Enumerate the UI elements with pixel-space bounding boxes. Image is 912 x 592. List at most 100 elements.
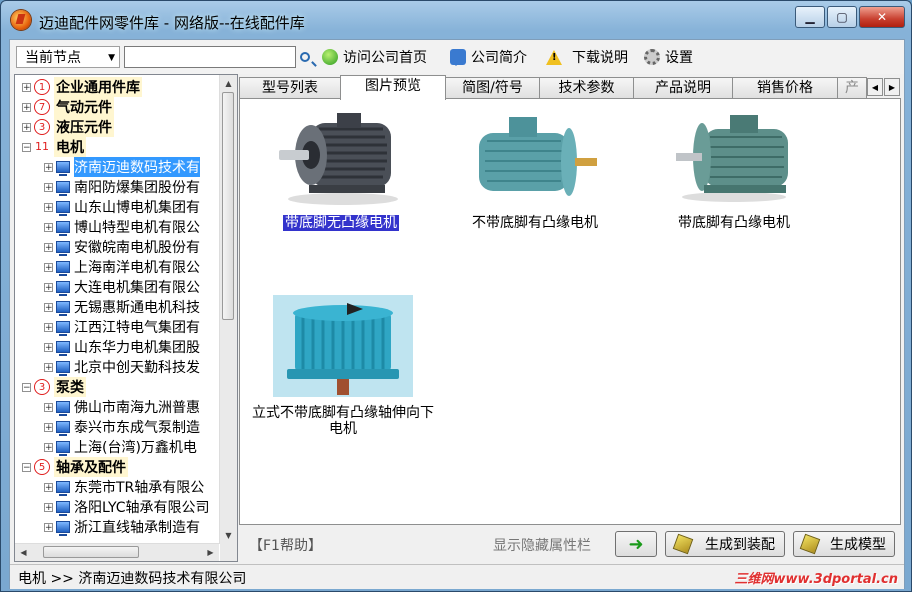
- expand-icon[interactable]: +: [22, 102, 31, 112]
- tree-item[interactable]: + 北京中创天勤科技发: [15, 357, 215, 377]
- action-bar: 【F1帮助】 显示隐藏属性栏 ➜ 生成到装配 生成模型: [239, 525, 901, 561]
- generate-model-button[interactable]: 生成模型: [793, 531, 895, 557]
- tab-sales-price[interactable]: 销售价格: [732, 77, 838, 98]
- collapse-icon[interactable]: −: [22, 142, 31, 152]
- expand-icon[interactable]: +: [44, 162, 53, 172]
- expand-icon[interactable]: +: [44, 302, 53, 312]
- tab-scroll-left-icon[interactable]: ◀: [867, 78, 883, 96]
- toggle-attributes-link[interactable]: 显示隐藏属性栏: [493, 535, 591, 555]
- expand-icon[interactable]: +: [44, 362, 53, 372]
- scroll-right-icon[interactable]: ▶: [202, 544, 219, 561]
- preview-item[interactable]: 带底脚有凸缘电机: [654, 107, 814, 231]
- tree-category[interactable]: +3 液压元件: [15, 117, 215, 137]
- title-bar[interactable]: 迈迪配件网零件库 - 网络版--在线配件库 ▁ ▢ ✕: [1, 1, 911, 39]
- expand-icon[interactable]: +: [44, 422, 53, 432]
- tree-item[interactable]: + 泰兴市东成气泵制造: [15, 417, 215, 437]
- tree-item-label: 博山特型电机有限公: [74, 220, 200, 236]
- arrow-right-icon: ➜: [628, 533, 644, 555]
- node-select[interactable]: 当前节点 ▼: [16, 46, 120, 68]
- generate-to-assembly-button[interactable]: 生成到装配: [665, 531, 785, 557]
- preview-item[interactable]: 带底脚无凸缘电机: [266, 107, 416, 231]
- image-preview-panel: 带底脚无凸缘电机 不带底脚有凸缘电机 带底脚有凸缘电机 立式不带底脚有凸缘轴伸向…: [239, 98, 901, 525]
- tab-image-preview[interactable]: 图片预览: [340, 75, 446, 100]
- preview-item-label: 立式不带底脚有凸缘轴伸向下电机: [252, 405, 434, 437]
- scroll-down-icon[interactable]: ▼: [220, 527, 237, 544]
- expand-icon[interactable]: +: [44, 342, 53, 352]
- expand-icon[interactable]: +: [44, 222, 53, 232]
- expand-icon[interactable]: +: [44, 522, 53, 532]
- tree-category-label: 电机: [54, 137, 86, 157]
- expand-icon[interactable]: +: [44, 322, 53, 332]
- expand-icon[interactable]: +: [44, 242, 53, 252]
- tree-item[interactable]: + 江西江特电气集团有: [15, 317, 215, 337]
- tree-item[interactable]: + 济南迈迪数码技术有: [15, 157, 215, 177]
- tree-item[interactable]: + 山东山博电机集团有: [15, 197, 215, 217]
- f1-help-label[interactable]: 【F1帮助】: [249, 535, 322, 555]
- generate-to-assembly-label: 生成到装配: [705, 537, 775, 553]
- search-input[interactable]: [124, 46, 296, 68]
- tree-category-label: 企业通用件库: [54, 77, 142, 97]
- expand-icon[interactable]: +: [44, 262, 53, 272]
- motor-image: [279, 113, 398, 205]
- tree-item[interactable]: + 南阳防爆集团股份有: [15, 177, 215, 197]
- expand-icon[interactable]: +: [44, 502, 53, 512]
- computer-icon: [56, 341, 70, 356]
- close-button[interactable]: ✕: [859, 6, 905, 28]
- tree-item[interactable]: + 佛山市南海九洲普惠: [15, 397, 215, 417]
- go-button[interactable]: ➜: [615, 531, 657, 557]
- preview-item[interactable]: 不带底脚有凸缘电机: [460, 107, 610, 231]
- tree-category[interactable]: −3 泵类: [15, 377, 215, 397]
- tab-more[interactable]: 产: [837, 77, 867, 98]
- collapse-icon[interactable]: −: [22, 462, 31, 472]
- minimize-icon: ▁: [805, 10, 815, 24]
- tree-item[interactable]: + 大连电机集团有限公: [15, 277, 215, 297]
- tree-item[interactable]: + 浙江直线轴承制造有: [15, 517, 215, 537]
- expand-icon[interactable]: +: [22, 82, 31, 92]
- tree-item[interactable]: + 洛阳LYC轴承有限公司: [15, 497, 215, 517]
- company-intro-button[interactable]: 公司简介: [450, 46, 527, 68]
- maximize-button[interactable]: ▢: [827, 6, 857, 28]
- tab-model-list[interactable]: 型号列表: [239, 77, 341, 98]
- tree-horizontal-scrollbar[interactable]: ◀ ▶: [15, 543, 219, 561]
- tree-category[interactable]: +7 气动元件: [15, 97, 215, 117]
- expand-icon[interactable]: +: [44, 282, 53, 292]
- visit-home-button[interactable]: 访问公司首页: [322, 46, 427, 68]
- tree-item[interactable]: + 上海南洋电机有限公: [15, 257, 215, 277]
- tree-item[interactable]: + 无锡惠斯通电机科技: [15, 297, 215, 317]
- expand-icon[interactable]: +: [44, 482, 53, 492]
- tree-item[interactable]: + 安徽皖南电机股份有: [15, 237, 215, 257]
- hscroll-thumb[interactable]: [43, 546, 139, 558]
- scroll-thumb[interactable]: [222, 92, 234, 320]
- motor-image: [273, 295, 413, 397]
- expand-icon[interactable]: +: [44, 202, 53, 212]
- tab-tech-params[interactable]: 技术参数: [539, 77, 634, 98]
- tree-vertical-scrollbar[interactable]: ▲ ▼: [219, 75, 237, 544]
- download-help-button[interactable]: 下载说明: [546, 46, 628, 68]
- expand-icon[interactable]: +: [44, 442, 53, 452]
- tree-category[interactable]: −11 电机: [15, 137, 215, 157]
- status-path: 电机 >> 济南迈迪数码技术有限公司: [18, 571, 247, 587]
- computer-icon: [56, 161, 70, 176]
- collapse-icon[interactable]: −: [22, 382, 31, 392]
- scroll-up-icon[interactable]: ▲: [220, 75, 237, 92]
- tree-item[interactable]: + 上海(台湾)万鑫机电: [15, 437, 215, 457]
- search-button[interactable]: [300, 46, 315, 68]
- tree-item-label: 无锡惠斯通电机科技: [74, 300, 200, 316]
- preview-item[interactable]: 立式不带底脚有凸缘轴伸向下电机: [250, 295, 436, 437]
- minimize-button[interactable]: ▁: [795, 6, 825, 28]
- scroll-left-icon[interactable]: ◀: [15, 544, 32, 561]
- tab-scroll-right-icon[interactable]: ▶: [884, 78, 900, 96]
- status-bar: 电机 >> 济南迈迪数码技术有限公司 三维网www.3dportal.cn: [10, 564, 904, 589]
- tree-item[interactable]: + 山东华力电机集团股: [15, 337, 215, 357]
- tree-category[interactable]: +1 企业通用件库: [15, 77, 215, 97]
- computer-icon: [56, 441, 70, 456]
- expand-icon[interactable]: +: [44, 182, 53, 192]
- tab-product-desc[interactable]: 产品说明: [633, 77, 733, 98]
- settings-button[interactable]: 设置: [644, 46, 693, 68]
- tab-sketch-symbol[interactable]: 简图/符号: [445, 77, 540, 98]
- tree-item[interactable]: + 博山特型电机有限公: [15, 217, 215, 237]
- expand-icon[interactable]: +: [44, 402, 53, 412]
- expand-icon[interactable]: +: [22, 122, 31, 132]
- tree-category[interactable]: −5 轴承及配件: [15, 457, 215, 477]
- tree-item[interactable]: + 东莞市TR轴承有限公: [15, 477, 215, 497]
